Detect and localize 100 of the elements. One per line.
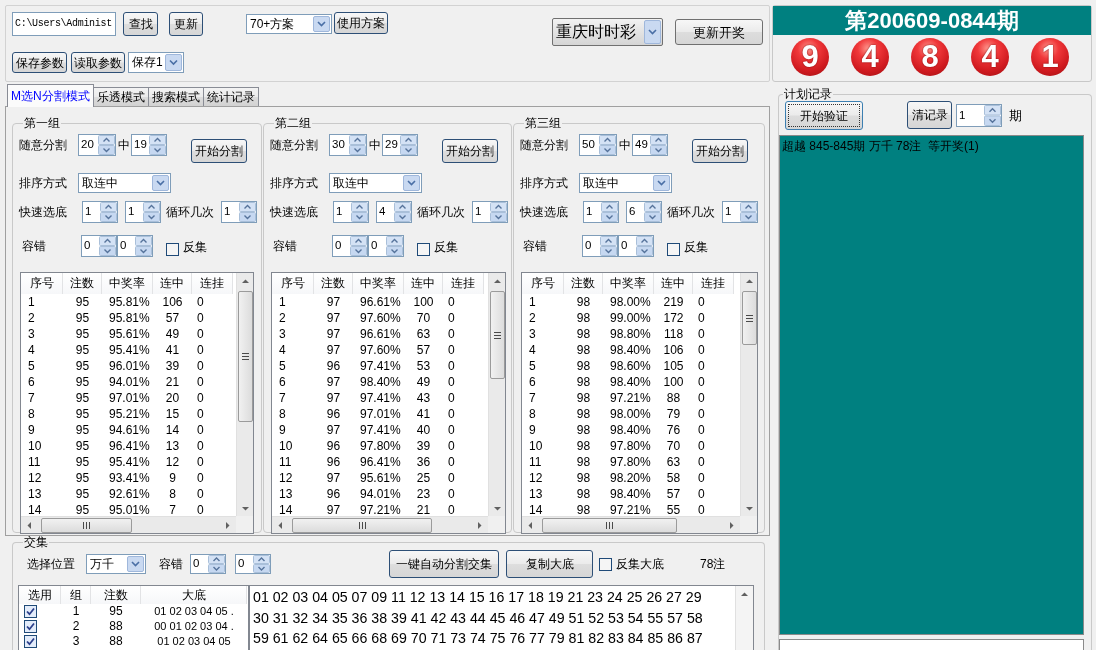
tab[interactable]: 统计记录: [202, 87, 259, 106]
number-spinner[interactable]: 0: [190, 554, 226, 574]
caret-icon[interactable]: [313, 16, 330, 32]
scrollbar-thumb[interactable]: [542, 518, 677, 533]
spin-arrows-icon[interactable]: [351, 202, 368, 222]
column-header[interactable]: 大底: [141, 586, 247, 604]
use-scheme-button[interactable]: 使用方案: [334, 12, 388, 34]
slot-dropdown[interactable]: 保存1: [128, 52, 184, 73]
spin-arrows-icon[interactable]: [601, 202, 618, 222]
column-header[interactable]: 注数: [91, 586, 141, 604]
number-spinner[interactable]: 0: [618, 235, 654, 257]
sort-dropdown[interactable]: 取连中: [329, 173, 422, 193]
caret-icon[interactable]: [165, 54, 182, 71]
spin-arrows-icon[interactable]: [400, 135, 417, 155]
number-spinner[interactable]: 1: [333, 201, 369, 223]
column-header[interactable]: 序号: [522, 273, 564, 294]
tab[interactable]: M选N分割模式: [7, 84, 94, 107]
update-button[interactable]: 更新: [169, 12, 203, 36]
vertical-scrollbar[interactable]: [488, 273, 505, 516]
start-split-button[interactable]: 开始分割: [191, 139, 247, 163]
spin-arrows-icon[interactable]: [740, 202, 757, 222]
text-area[interactable]: [249, 585, 754, 650]
column-header[interactable]: 连挂: [443, 273, 484, 294]
refresh-draw-button[interactable]: 更新开奖: [675, 19, 763, 45]
lottery-dropdown[interactable]: 重庆时时彩: [552, 18, 663, 46]
column-header[interactable]: 中奖率: [353, 273, 404, 294]
column-header[interactable]: 注数: [564, 273, 603, 294]
column-header[interactable]: 中奖率: [603, 273, 654, 294]
number-spinner[interactable]: 1: [583, 201, 619, 223]
caret-icon[interactable]: [653, 175, 670, 191]
checkbox[interactable]: [599, 558, 612, 571]
clear-records-button[interactable]: 清记录: [907, 101, 952, 129]
column-header[interactable]: 连挂: [192, 273, 233, 294]
spin-arrows-icon[interactable]: [98, 135, 115, 155]
spin-arrows-icon[interactable]: [149, 135, 166, 155]
spin-arrows-icon[interactable]: [650, 135, 667, 155]
number-spinner[interactable]: 0: [235, 554, 271, 574]
position-dropdown[interactable]: 万千: [86, 554, 146, 574]
start-split-button[interactable]: 开始分割: [442, 139, 498, 163]
spin-arrows-icon[interactable]: [984, 105, 1001, 126]
column-header[interactable]: 连中: [654, 273, 693, 294]
number-spinner[interactable]: 49: [632, 134, 668, 156]
horizontal-scrollbar[interactable]: [522, 516, 740, 533]
vertical-scrollbar[interactable]: [236, 273, 253, 516]
scrollbar-thumb[interactable]: [490, 291, 505, 379]
spin-arrows-icon[interactable]: [239, 202, 256, 222]
spin-arrows-icon[interactable]: [135, 236, 152, 256]
tab[interactable]: 搜索模式: [147, 87, 204, 106]
sort-dropdown[interactable]: 取连中: [579, 173, 672, 193]
caret-icon[interactable]: [127, 556, 144, 572]
number-spinner[interactable]: 1: [221, 201, 257, 223]
column-header[interactable]: 连挂: [693, 273, 734, 294]
caret-icon[interactable]: [152, 175, 169, 191]
horizontal-scrollbar[interactable]: [21, 516, 236, 533]
caret-icon[interactable]: [644, 20, 661, 44]
start-split-button[interactable]: 开始分割: [692, 139, 748, 163]
spin-arrows-icon[interactable]: [350, 236, 367, 256]
save-params-button[interactable]: 保存参数: [12, 52, 67, 73]
scheme-dropdown[interactable]: 70+方案: [246, 14, 332, 34]
number-spinner[interactable]: 1: [82, 201, 118, 223]
number-spinner[interactable]: 30: [329, 134, 367, 156]
number-spinner[interactable]: 0: [81, 235, 117, 257]
spin-arrows-icon[interactable]: [208, 555, 225, 573]
number-spinner[interactable]: 1: [472, 201, 508, 223]
find-button[interactable]: 查找: [123, 12, 158, 36]
number-spinner[interactable]: 6: [626, 201, 662, 223]
vertical-scrollbar[interactable]: [735, 586, 753, 650]
number-spinner[interactable]: 29: [382, 134, 418, 156]
number-spinner[interactable]: 1: [722, 201, 758, 223]
caret-icon[interactable]: [403, 175, 420, 191]
period-spinner[interactable]: 1: [956, 104, 1002, 127]
checkbox[interactable]: [24, 605, 37, 618]
column-header[interactable]: 注数: [314, 273, 353, 294]
spin-arrows-icon[interactable]: [386, 236, 403, 256]
column-header[interactable]: 序号: [21, 273, 63, 294]
number-spinner[interactable]: 50: [579, 134, 617, 156]
horizontal-scrollbar[interactable]: [272, 516, 488, 533]
column-header[interactable]: 序号: [272, 273, 314, 294]
number-spinner[interactable]: 4: [376, 201, 412, 223]
column-header[interactable]: 选用: [19, 586, 61, 604]
number-spinner[interactable]: 0: [368, 235, 404, 257]
scrollbar-thumb[interactable]: [742, 291, 757, 345]
copy-button[interactable]: 复制大底: [506, 550, 593, 578]
text-field[interactable]: [779, 639, 1084, 650]
number-spinner[interactable]: 0: [582, 235, 618, 257]
checkbox[interactable]: [166, 243, 179, 256]
spin-arrows-icon[interactable]: [100, 202, 117, 222]
spin-arrows-icon[interactable]: [253, 555, 270, 573]
spin-arrows-icon[interactable]: [349, 135, 366, 155]
sort-dropdown[interactable]: 取连中: [78, 173, 171, 193]
load-params-button[interactable]: 读取参数: [71, 52, 125, 73]
scrollbar-thumb[interactable]: [238, 291, 253, 422]
number-spinner[interactable]: 0: [332, 235, 368, 257]
number-spinner[interactable]: 0: [117, 235, 153, 257]
checkbox[interactable]: [417, 243, 430, 256]
vertical-scrollbar[interactable]: [740, 273, 757, 516]
number-spinner[interactable]: 19: [131, 134, 167, 156]
scrollbar-thumb[interactable]: [41, 518, 132, 533]
spin-arrows-icon[interactable]: [636, 236, 653, 256]
spin-arrows-icon[interactable]: [143, 202, 160, 222]
